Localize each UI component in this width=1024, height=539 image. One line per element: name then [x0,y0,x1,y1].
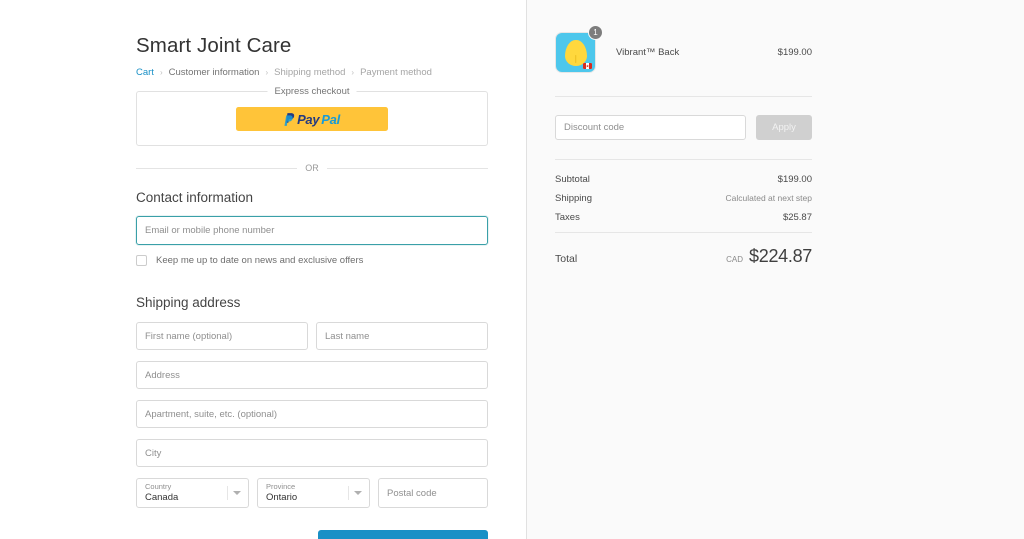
chevron-down-icon [354,491,362,495]
breadcrumb-item-shipping-method: Shipping method [274,67,346,78]
city-input[interactable] [136,439,488,467]
country-label: Country [145,482,172,491]
currency-code: CAD [726,255,744,264]
contact-information-heading: Contact information [136,190,254,205]
chevron-down-icon [233,491,241,495]
discount-row: Apply [555,97,812,159]
checkout-main-column: Smart Joint Care Cart › Customer informa… [0,0,527,539]
express-checkout-panel: Express checkout Pay Pal [136,86,488,146]
product-price: $199.00 [777,47,812,58]
breadcrumb-separator-icon: › [159,68,163,77]
breadcrumb-item-customer-information[interactable]: Customer information [169,67,260,78]
page-title: Smart Joint Care [136,34,292,57]
province-label: Province [266,482,296,491]
breadcrumb: Cart › Customer information › Shipping m… [136,67,488,78]
newsletter-checkbox[interactable] [136,255,147,266]
taxes-value: $25.87 [782,212,812,223]
maple-leaf-icon [586,64,589,68]
paypal-logo: Pay Pal [284,112,340,127]
postal-code-input[interactable] [378,478,488,508]
apply-discount-button[interactable]: Apply [756,115,812,140]
address-row [136,361,488,389]
paypal-wordmark-pal: Pal [321,111,340,127]
province-value: Ontario [266,492,298,503]
totals-list: Subtotal $199.00 Shipping Calculated at … [555,160,812,223]
country-value: Canada [145,492,179,503]
shipping-address-heading: Shipping address [136,295,241,310]
checkout-page: Smart Joint Care Cart › Customer informa… [0,0,1024,539]
form-actions: ‹ Return to cart Continue to shipping me… [136,530,488,539]
shipping-value: Calculated at next step [725,193,812,203]
canada-flag-icon [583,63,592,69]
province-select[interactable]: Province Ontario [257,478,370,508]
quantity-badge: 1 [588,25,603,40]
postal-code-wrapper [378,478,488,508]
product-name: Vibrant™ Back [616,47,680,58]
apartment-row [136,400,488,428]
city-row [136,439,488,467]
divider-line-left [136,167,298,169]
apartment-input[interactable] [136,400,488,428]
order-summary: 1 Vibrant™ Back $199.00 Apply Subtotal $… [555,0,812,267]
grand-total-value-group: CAD $224.87 [726,246,812,267]
paypal-button[interactable]: Pay Pal [236,107,388,131]
continue-to-shipping-button[interactable]: Continue to shipping method [318,530,488,539]
breadcrumb-separator-icon: › [265,68,269,77]
order-summary-column: 1 Vibrant™ Back $199.00 Apply Subtotal $… [527,0,1024,539]
express-checkout-legend: Express checkout [267,86,357,97]
grand-total-row: Total CAD $224.87 [555,233,812,267]
last-name-input[interactable] [316,322,488,350]
shipping-label: Shipping [555,193,592,204]
region-row: Country Canada Province Ontario [136,478,488,508]
last-name-wrapper [316,322,488,350]
taxes-label: Taxes [555,212,580,223]
email-field-wrapper [136,216,488,245]
total-line-shipping: Shipping Calculated at next step [555,193,812,204]
discount-code-input[interactable] [555,115,746,140]
subtotal-value: $199.00 [777,174,812,185]
checkout-form: Smart Joint Care Cart › Customer informa… [136,0,488,539]
order-line-item: 1 Vibrant™ Back $199.00 [555,0,812,96]
breadcrumb-item-cart[interactable]: Cart [136,67,154,78]
country-select[interactable]: Country Canada [136,478,249,508]
breadcrumb-item-payment-method: Payment method [360,67,432,78]
address-input[interactable] [136,361,488,389]
name-row [136,322,488,350]
grand-total-label: Total [555,253,578,265]
first-name-input[interactable] [136,322,308,350]
or-label: OR [305,163,319,173]
total-line-taxes: Taxes $25.87 [555,212,812,223]
grand-total-amount: $224.87 [749,246,812,266]
contact-information-section: Contact information Keep me up to date o… [136,190,488,266]
or-divider: OR [136,163,488,173]
email-input[interactable] [136,216,488,245]
paypal-wordmark-pay: Pay [297,111,320,127]
newsletter-label: Keep me up to date on news and exclusive… [156,255,364,266]
newsletter-row: Keep me up to date on news and exclusive… [136,255,488,266]
province-select-divider [348,486,349,500]
country-select-divider [227,486,228,500]
first-name-wrapper [136,322,308,350]
total-line-subtotal: Subtotal $199.00 [555,174,812,185]
shipping-address-section: Shipping address First name (optional) L… [136,295,488,508]
divider-line-right [326,167,488,169]
paypal-mark-icon [284,112,295,126]
subtotal-label: Subtotal [555,174,590,185]
breadcrumb-separator-icon: › [351,68,355,77]
product-thumbnail-wrapper: 1 [555,25,603,73]
